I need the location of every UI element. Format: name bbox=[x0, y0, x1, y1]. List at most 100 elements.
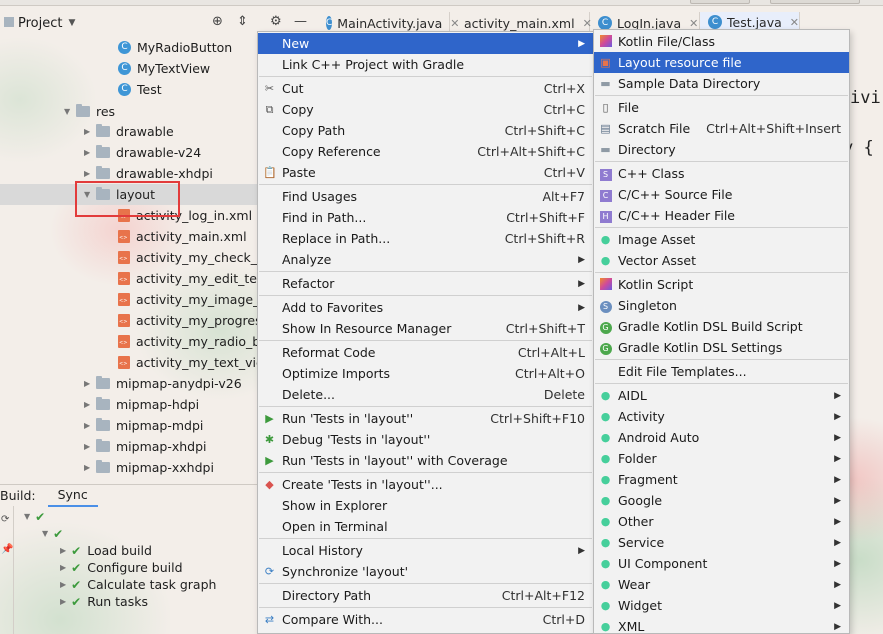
menu-item-synchronize-layout[interactable]: ⟳ Synchronize 'layout' bbox=[258, 561, 593, 582]
menu-item-c-class[interactable]: S C++ Class bbox=[594, 163, 849, 184]
menu-item-copy-reference[interactable]: Copy Reference Ctrl+Alt+Shift+C bbox=[258, 141, 593, 162]
menu-item-reformat-code[interactable]: Reformat Code Ctrl+Alt+L bbox=[258, 342, 593, 363]
menu-item-new[interactable]: New ▶ bbox=[258, 33, 593, 54]
menu-item-sample-data-directory[interactable]: ▬ Sample Data Directory bbox=[594, 73, 849, 94]
menu-item-copy[interactable]: ⧉ Copy Ctrl+C bbox=[258, 99, 593, 120]
tree-item[interactable]: C MyTextView bbox=[118, 58, 210, 79]
menu-item-ui-component[interactable]: ● UI Component ▶ bbox=[594, 553, 849, 574]
build-step[interactable]: ▶ ✔ Load build bbox=[60, 542, 152, 559]
build-tab[interactable]: Build: bbox=[0, 488, 48, 503]
menu-item-scratch-file[interactable]: ▤ Scratch File Ctrl+Alt+Shift+Insert bbox=[594, 118, 849, 139]
menu-item-link-c-project-with-gradle[interactable]: Link C++ Project with Gradle bbox=[258, 54, 593, 75]
menu-item-refactor[interactable]: Refactor ▶ bbox=[258, 273, 593, 294]
menu-item-show-in-resource-manager[interactable]: Show In Resource Manager Ctrl+Shift+T bbox=[258, 318, 593, 339]
tree-item[interactable]: activity_my_text_view. bbox=[118, 352, 277, 373]
chevron-right-icon[interactable]: ▶ bbox=[84, 463, 96, 472]
menu-item-aidl[interactable]: ● AIDL ▶ bbox=[594, 385, 849, 406]
hide-icon[interactable]: — bbox=[294, 14, 307, 29]
menu-item-fragment[interactable]: ● Fragment ▶ bbox=[594, 469, 849, 490]
tree-item[interactable]: activity_my_image_vie bbox=[118, 289, 278, 310]
menu-item-gradle-kotlin-dsl-settings[interactable]: G Gradle Kotlin DSL Settings bbox=[594, 337, 849, 358]
menu-item-replace-in-path[interactable]: Replace in Path... Ctrl+Shift+R bbox=[258, 228, 593, 249]
chevron-right-icon[interactable]: ▶ bbox=[60, 597, 66, 606]
chevron-right-icon[interactable]: ▶ bbox=[84, 169, 96, 178]
menu-item-edit-file-templates[interactable]: Edit File Templates... bbox=[594, 361, 849, 382]
menu-item-local-history[interactable]: Local History ▶ bbox=[258, 540, 593, 561]
close-icon[interactable]: ✕ bbox=[689, 17, 698, 30]
tree-item[interactable]: ▶ mipmap-anydpi-v26 bbox=[84, 373, 242, 394]
chevron-right-icon[interactable]: ▶ bbox=[84, 400, 96, 409]
tree-item[interactable]: ▶ mipmap-mdpi bbox=[84, 415, 203, 436]
pin-icon[interactable]: 📌 bbox=[1, 544, 13, 555]
menu-item-add-to-favorites[interactable]: Add to Favorites ▶ bbox=[258, 297, 593, 318]
tree-item[interactable]: activity_my_check_bo bbox=[118, 247, 273, 268]
menu-item-widget[interactable]: ● Widget ▶ bbox=[594, 595, 849, 616]
close-icon[interactable]: ✕ bbox=[790, 16, 799, 29]
chevron-right-icon[interactable]: ▶ bbox=[60, 546, 66, 555]
menu-item-compare-with[interactable]: ⇄ Compare With... Ctrl+D bbox=[258, 609, 593, 630]
menu-item-run-tests-in-layout-with-coverage[interactable]: ▶ Run 'Tests in 'layout'' with Coverage bbox=[258, 450, 593, 471]
build-step[interactable]: ▶ ✔ Configure build bbox=[60, 559, 183, 576]
menu-item-image-asset[interactable]: ● Image Asset bbox=[594, 229, 849, 250]
menu-item-copy-path[interactable]: Copy Path Ctrl+Shift+C bbox=[258, 120, 593, 141]
menu-item-run-tests-in-layout[interactable]: ▶ Run 'Tests in 'layout'' Ctrl+Shift+F10 bbox=[258, 408, 593, 429]
tree-item[interactable]: activity_my_radio_but bbox=[118, 331, 273, 352]
chevron-right-icon[interactable]: ▶ bbox=[84, 148, 96, 157]
menu-item-cut[interactable]: ✂ Cut Ctrl+X bbox=[258, 78, 593, 99]
locate-icon[interactable]: ⊕ bbox=[212, 14, 223, 29]
build-row[interactable]: ▼ ✔ bbox=[42, 525, 74, 542]
tree-item[interactable]: ▶ drawable bbox=[84, 121, 174, 142]
menu-item-android-auto[interactable]: ● Android Auto ▶ bbox=[594, 427, 849, 448]
gear-icon[interactable]: ⚙ bbox=[270, 14, 282, 29]
menu-item-activity[interactable]: ● Activity ▶ bbox=[594, 406, 849, 427]
chevron-down-icon[interactable]: ▼ bbox=[68, 18, 75, 28]
tree-item[interactable]: ▶ drawable-v24 bbox=[84, 142, 201, 163]
tree-item[interactable]: C Test bbox=[118, 79, 162, 100]
menu-item-kotlin-file-class[interactable]: Kotlin File/Class bbox=[594, 31, 849, 52]
menu-item-vector-asset[interactable]: ● Vector Asset bbox=[594, 250, 849, 271]
menu-item-google[interactable]: ● Google ▶ bbox=[594, 490, 849, 511]
build-step[interactable]: ▶ ✔ Run tasks bbox=[60, 593, 148, 610]
menu-item-layout-resource-file[interactable]: ▣ Layout resource file bbox=[594, 52, 849, 73]
build-step[interactable]: ▶ ✔ Calculate task graph bbox=[60, 576, 216, 593]
menu-item-paste[interactable]: 📋 Paste Ctrl+V bbox=[258, 162, 593, 183]
menu-item-file[interactable]: ▯ File bbox=[594, 97, 849, 118]
chevron-right-icon[interactable]: ▶ bbox=[60, 580, 66, 589]
chevron-down-icon[interactable]: ▼ bbox=[24, 512, 30, 521]
menu-item-c-c-header-file[interactable]: H C/C++ Header File bbox=[594, 205, 849, 226]
menu-item-optimize-imports[interactable]: Optimize Imports Ctrl+Alt+O bbox=[258, 363, 593, 384]
menu-item-kotlin-script[interactable]: Kotlin Script bbox=[594, 274, 849, 295]
menu-item-open-in-terminal[interactable]: Open in Terminal bbox=[258, 516, 593, 537]
menu-item-analyze[interactable]: Analyze ▶ bbox=[258, 249, 593, 270]
menu-item-show-in-explorer[interactable]: Show in Explorer bbox=[258, 495, 593, 516]
chevron-right-icon[interactable]: ▶ bbox=[84, 421, 96, 430]
tree-item[interactable]: ▶ mipmap-xxhdpi bbox=[84, 457, 214, 478]
menu-item-folder[interactable]: ● Folder ▶ bbox=[594, 448, 849, 469]
build-row[interactable]: ▼ ✔ bbox=[24, 508, 56, 525]
chevron-right-icon[interactable]: ▶ bbox=[84, 379, 96, 388]
menu-item-singleton[interactable]: S Singleton bbox=[594, 295, 849, 316]
menu-item-gradle-kotlin-dsl-build-script[interactable]: G Gradle Kotlin DSL Build Script bbox=[594, 316, 849, 337]
tree-item[interactable]: ▶ mipmap-xhdpi bbox=[84, 436, 207, 457]
tree-item[interactable]: ▼ res bbox=[64, 101, 115, 122]
menu-item-find-in-path[interactable]: Find in Path... Ctrl+Shift+F bbox=[258, 207, 593, 228]
menu-item-service[interactable]: ● Service ▶ bbox=[594, 532, 849, 553]
menu-item-debug-tests-in-layout[interactable]: ✱ Debug 'Tests in 'layout'' bbox=[258, 429, 593, 450]
chevron-down-icon[interactable]: ▼ bbox=[64, 107, 76, 116]
rerun-icon[interactable]: ⟳ bbox=[1, 514, 9, 525]
chevron-right-icon[interactable]: ▶ bbox=[84, 442, 96, 451]
project-title[interactable]: Project bbox=[18, 16, 62, 31]
chevron-down-icon[interactable]: ▼ bbox=[42, 529, 48, 538]
chevron-right-icon[interactable]: ▶ bbox=[84, 127, 96, 136]
menu-item-directory-path[interactable]: Directory Path Ctrl+Alt+F12 bbox=[258, 585, 593, 606]
menu-item-create-tests-in-layout[interactable]: ◆ Create 'Tests in 'layout''... bbox=[258, 474, 593, 495]
menu-item-c-c-source-file[interactable]: C C/C++ Source File bbox=[594, 184, 849, 205]
tree-item[interactable]: activity_main.xml bbox=[118, 226, 247, 247]
tree-item[interactable]: C MyRadioButton bbox=[118, 37, 232, 58]
menu-item-directory[interactable]: ▬ Directory bbox=[594, 139, 849, 160]
menu-item-delete[interactable]: Delete... Delete bbox=[258, 384, 593, 405]
tree-item[interactable]: ▶ mipmap-hdpi bbox=[84, 394, 199, 415]
collapse-icon[interactable]: ⇕ bbox=[237, 14, 248, 29]
tree-item[interactable]: activity_my_progress_ bbox=[118, 310, 274, 331]
chevron-right-icon[interactable]: ▶ bbox=[60, 563, 66, 572]
